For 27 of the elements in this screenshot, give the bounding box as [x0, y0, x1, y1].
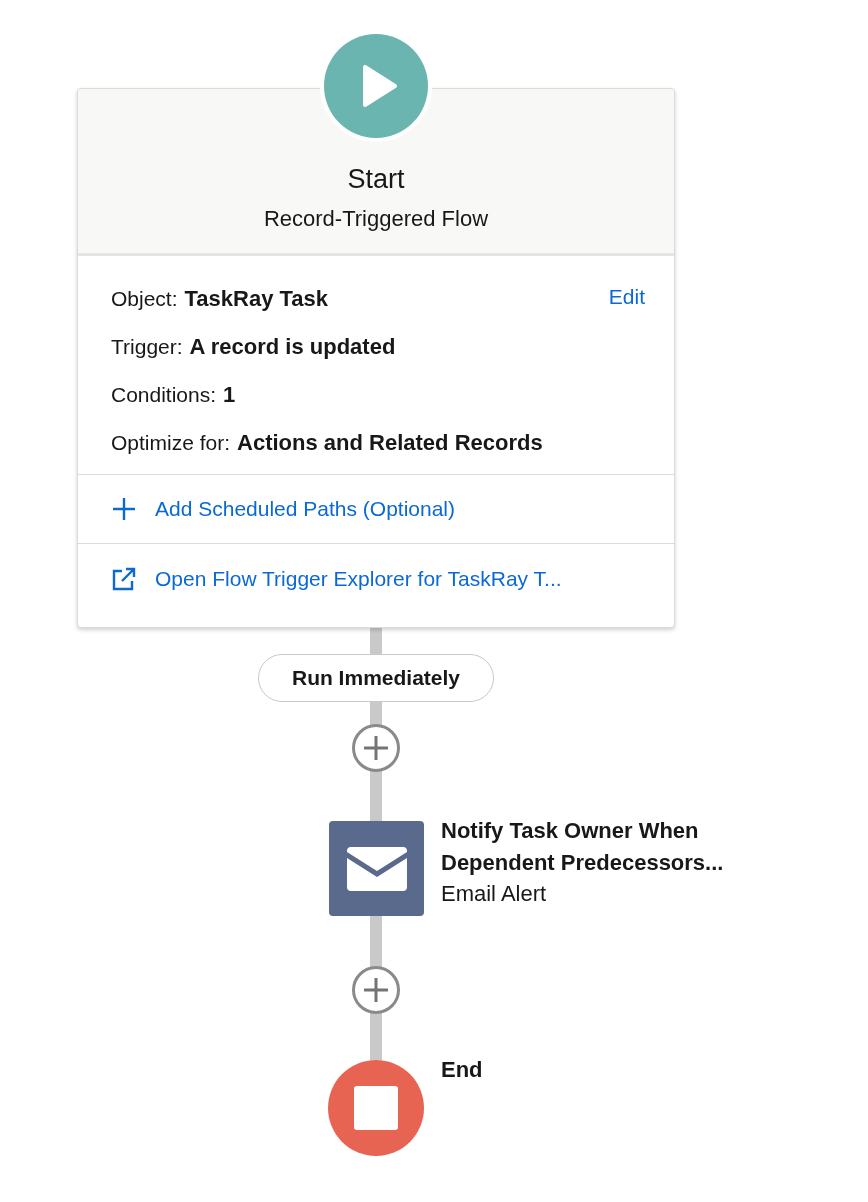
edit-link[interactable]: Edit: [608, 284, 645, 310]
end-label: End: [441, 1056, 483, 1084]
action-link[interactable]: Open Flow Trigger Explorer for TaskRay T...: [155, 562, 562, 595]
plus-icon: [362, 976, 390, 1004]
detail-value: Actions and Related Records: [237, 430, 543, 456]
detail-label: Trigger:: [111, 334, 183, 360]
envelope-icon: [346, 846, 407, 891]
stop-icon: [354, 1086, 398, 1130]
external-link-icon: [111, 565, 137, 592]
plus-icon: [362, 734, 390, 762]
plus-icon: [111, 496, 137, 522]
email-alert-node[interactable]: [329, 821, 424, 916]
action-link[interactable]: Add Scheduled Paths (Optional): [155, 493, 456, 525]
detail-value: TaskRay Task: [184, 286, 329, 312]
add-element-button[interactable]: [352, 966, 400, 1014]
detail-label: Conditions:: [111, 382, 217, 408]
play-icon: [324, 34, 428, 138]
element-type: Email Alert: [441, 880, 547, 908]
detail-label: Object:: [111, 286, 178, 312]
detail-value: 1: [223, 382, 236, 408]
flow-type: Record-Triggered Flow: [263, 205, 489, 233]
add-element-button[interactable]: [352, 724, 400, 772]
detail-value: A record is updated: [189, 334, 396, 360]
element-title: Notify Task Owner When Dependent Predecessors...: [441, 817, 725, 877]
start-title: Start: [347, 163, 405, 195]
detail-label: Optimize for:: [111, 430, 231, 456]
path-label: Run Immediately: [258, 654, 494, 702]
